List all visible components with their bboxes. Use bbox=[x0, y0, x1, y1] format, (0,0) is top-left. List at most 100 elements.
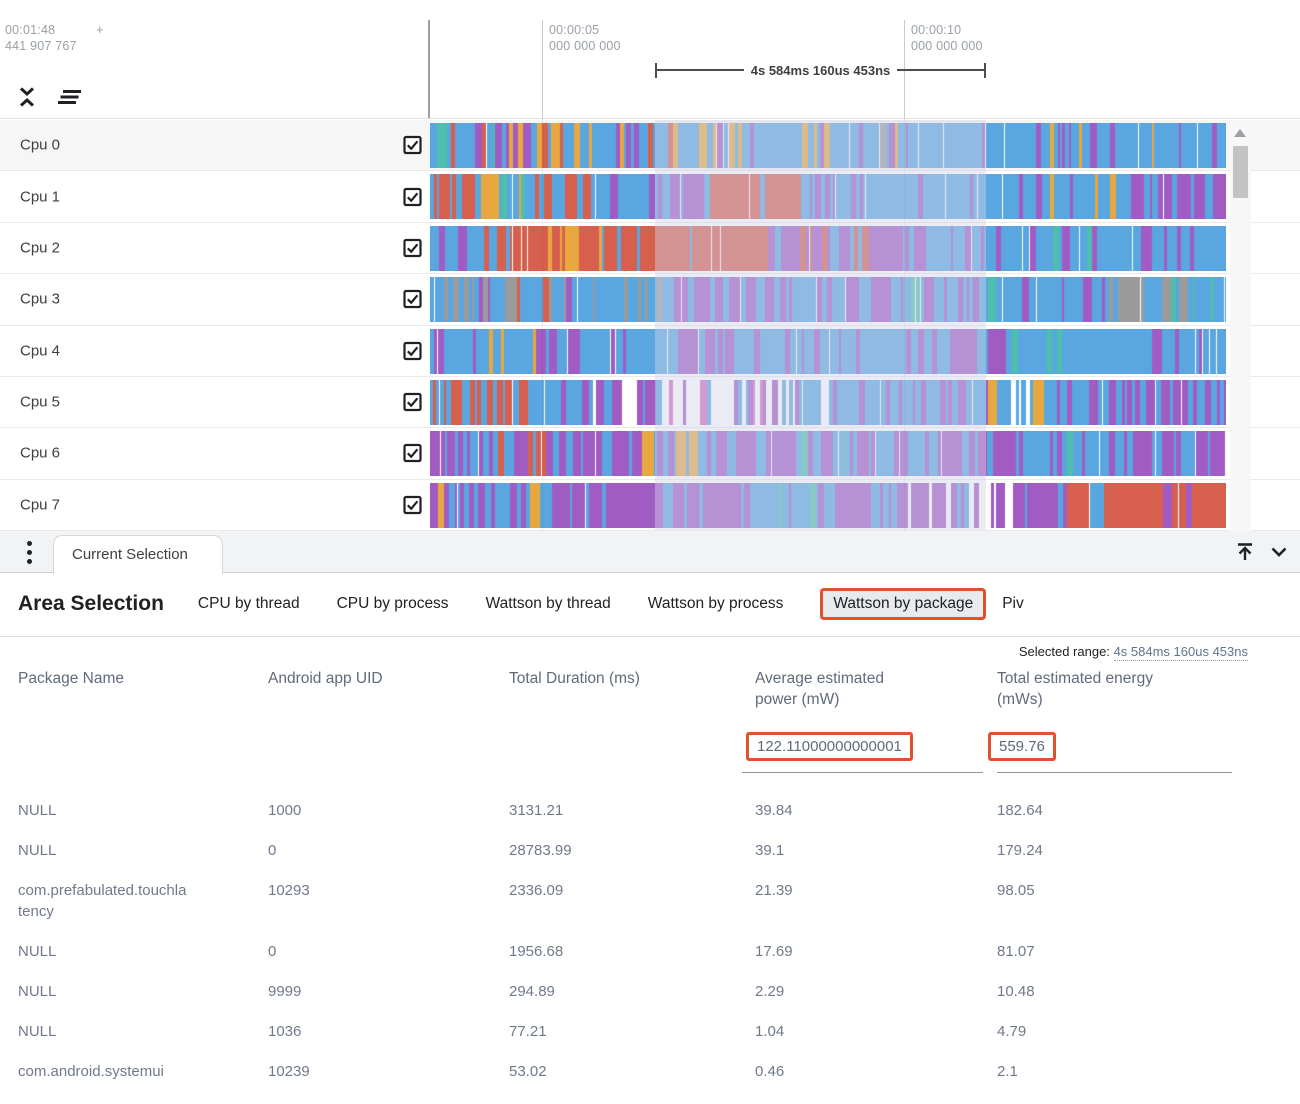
row-package-name: com.prefabulated.touchlatency bbox=[18, 870, 190, 931]
track-canvas[interactable] bbox=[430, 329, 1226, 374]
selection-tab-wattson-by-package[interactable]: Wattson by package bbox=[820, 588, 986, 620]
track-checkbox[interactable] bbox=[403, 238, 422, 257]
row-package-name: NULL bbox=[18, 971, 190, 1011]
selected-range-row: Selected range: 4s 584ms 160us 453ns bbox=[0, 644, 1300, 659]
track-canvas[interactable] bbox=[430, 483, 1226, 528]
selection-tabs: CPU by thread CPU by process Wattson by th… bbox=[198, 588, 1061, 620]
track-label: Cpu 2 bbox=[20, 239, 60, 256]
panel-title: Area Selection bbox=[18, 592, 164, 616]
collapse-tracks-icon[interactable] bbox=[14, 84, 40, 110]
scrollbar-thumb[interactable] bbox=[1233, 146, 1248, 198]
row-value: 0.46 bbox=[755, 1051, 997, 1091]
row-value: 2336.09 bbox=[509, 870, 755, 931]
track-canvas[interactable] bbox=[430, 123, 1226, 168]
selected-range-marker: 4s 584ms 160us 453ns bbox=[655, 61, 986, 79]
selection-tab-wattson-by-process[interactable]: Wattson by process bbox=[648, 595, 784, 613]
row-value: 182.64 bbox=[997, 790, 1260, 830]
tracks-scrollbar[interactable] bbox=[1230, 120, 1251, 531]
tab-current-selection[interactable]: Current Selection bbox=[53, 535, 223, 574]
absolute-time-label: 00:01:48 441 907 767 bbox=[5, 22, 77, 54]
row-value: 1036 bbox=[268, 1011, 509, 1051]
cpu-track-row: Cpu 7 bbox=[0, 480, 1300, 531]
tick-label-5s: 00:00:05 000 000 000 bbox=[549, 22, 621, 54]
cpu-track-row: Cpu 6 bbox=[0, 428, 1300, 479]
track-canvas[interactable] bbox=[430, 431, 1226, 476]
row-value: 17.69 bbox=[755, 931, 997, 971]
cpu-tracks: Cpu 0 Cpu 1 Cpu 2 Cpu 3 Cpu 4 Cpu 5 Cpu 6 Cpu 7 bbox=[0, 120, 1300, 531]
expand-panel-icon[interactable] bbox=[1234, 541, 1256, 563]
col-header-total-energy: Total estimated energy (mWs) bbox=[997, 663, 1177, 710]
total-average-power-cell: 122.11000000000001 bbox=[742, 710, 983, 773]
track-label: Cpu 4 bbox=[20, 342, 60, 359]
row-value: 28783.99 bbox=[509, 830, 755, 870]
track-checkbox[interactable] bbox=[403, 187, 422, 206]
track-label: Cpu 1 bbox=[20, 188, 60, 205]
track-checkbox[interactable] bbox=[403, 290, 422, 309]
row-value: 0 bbox=[268, 931, 509, 971]
track-label: Cpu 5 bbox=[20, 394, 60, 411]
row-value: 10.48 bbox=[997, 971, 1260, 1011]
selection-tab-piv[interactable]: Piv bbox=[1002, 595, 1024, 613]
track-checkbox[interactable] bbox=[403, 393, 422, 412]
row-value: 81.07 bbox=[997, 931, 1260, 971]
selection-tab-wattson-by-thread[interactable]: Wattson by thread bbox=[486, 595, 611, 613]
row-package-name: NULL bbox=[18, 931, 190, 971]
time-ruler[interactable]: 00:01:48 441 907 767 + 00:00:05 000 000 … bbox=[0, 0, 1300, 119]
row-value: 39.1 bbox=[755, 830, 997, 870]
ruler-tick-5s bbox=[542, 20, 543, 119]
row-value: 21.39 bbox=[755, 870, 997, 931]
cpu-track-row: Cpu 3 bbox=[0, 274, 1300, 325]
row-value: 1.04 bbox=[755, 1011, 997, 1051]
scrollbar-up-arrow[interactable] bbox=[1234, 129, 1246, 137]
row-value: 10293 bbox=[268, 870, 509, 931]
row-value: 294.89 bbox=[509, 971, 755, 1011]
total-energy-value: 559.76 bbox=[988, 732, 1056, 761]
track-checkbox[interactable] bbox=[403, 341, 422, 360]
cpu-track-row: Cpu 1 bbox=[0, 171, 1300, 222]
selected-range-link[interactable]: 4s 584ms 160us 453ns bbox=[1114, 644, 1248, 661]
tick-label-10s: 00:00:10 000 000 000 bbox=[911, 22, 983, 54]
row-package-name: com.android.systemui bbox=[18, 1051, 190, 1091]
timeline-panel: 00:01:48 441 907 767 + 00:00:05 000 000 … bbox=[0, 0, 1300, 531]
row-value: 98.05 bbox=[997, 870, 1260, 931]
selected-range-label: Selected range: bbox=[1019, 644, 1110, 659]
track-label: Cpu 0 bbox=[20, 137, 60, 154]
row-package-name: NULL bbox=[18, 1011, 190, 1051]
total-average-power-value: 122.11000000000001 bbox=[746, 732, 913, 761]
track-canvas[interactable] bbox=[430, 174, 1226, 219]
row-value: 4.79 bbox=[997, 1011, 1260, 1051]
selection-tab-cpu-by-process[interactable]: CPU by process bbox=[337, 595, 449, 613]
row-value: 77.21 bbox=[509, 1011, 755, 1051]
track-label: Cpu 6 bbox=[20, 445, 60, 462]
selection-tab-cpu-by-thread[interactable]: CPU by thread bbox=[198, 595, 300, 613]
close-panel-chevron-icon[interactable] bbox=[1268, 541, 1290, 563]
col-header-total-duration: Total Duration (ms) bbox=[509, 663, 755, 710]
sort-tracks-icon[interactable] bbox=[54, 85, 84, 109]
row-value: 10239 bbox=[268, 1051, 509, 1091]
cpu-track-row: Cpu 0 bbox=[0, 120, 1300, 171]
col-header-average-power: Average estimated power (mW) bbox=[755, 663, 915, 710]
track-checkbox[interactable] bbox=[403, 444, 422, 463]
wattson-package-table: Package Name Android app UID Total Durat… bbox=[18, 663, 1300, 1091]
row-value: 3131.21 bbox=[509, 790, 755, 830]
track-canvas[interactable] bbox=[430, 277, 1226, 322]
panel-menu-icon[interactable] bbox=[25, 539, 34, 566]
row-value: 2.1 bbox=[997, 1051, 1260, 1091]
panel-divider bbox=[0, 636, 1300, 637]
track-boundary-line bbox=[428, 20, 430, 118]
track-label: Cpu 7 bbox=[20, 496, 60, 513]
row-value: 0 bbox=[268, 830, 509, 870]
row-value: 53.02 bbox=[509, 1051, 755, 1091]
row-value: 1956.68 bbox=[509, 931, 755, 971]
track-label: Cpu 3 bbox=[20, 291, 60, 308]
track-checkbox[interactable] bbox=[403, 495, 422, 514]
track-checkbox[interactable] bbox=[403, 136, 422, 155]
row-value: 179.24 bbox=[997, 830, 1260, 870]
row-value: 1000 bbox=[268, 790, 509, 830]
row-package-name: NULL bbox=[18, 790, 190, 830]
row-package-name: NULL bbox=[18, 830, 190, 870]
track-canvas[interactable] bbox=[430, 380, 1226, 425]
row-value: 39.84 bbox=[755, 790, 997, 830]
selection-panel: Area Selection CPU by thread CPU by proce… bbox=[0, 573, 1300, 1091]
track-canvas[interactable] bbox=[430, 226, 1226, 271]
